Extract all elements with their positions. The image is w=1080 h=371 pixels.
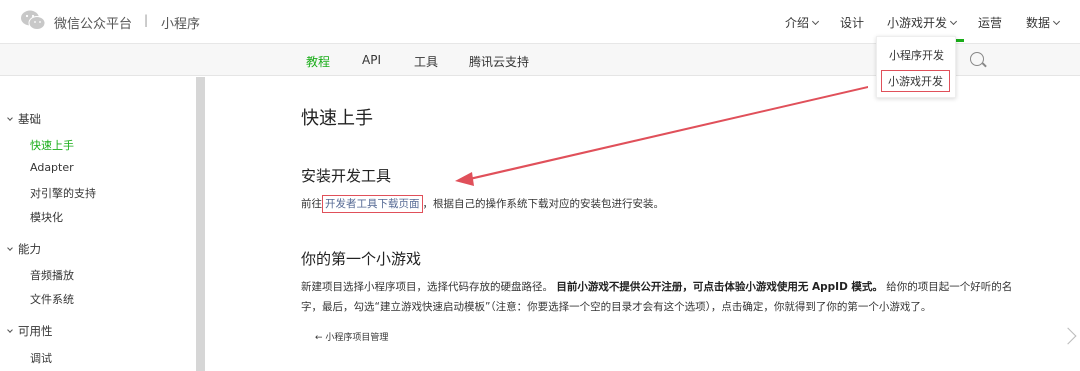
chevron-down-icon bbox=[7, 245, 13, 251]
prev-page-link[interactable]: ← 小程序项目管理 bbox=[315, 330, 388, 343]
nav-data[interactable]: 数据 bbox=[1026, 14, 1061, 31]
first-game-paragraph-line1: 新建项目选择小程序项目，选择代码存放的硬盘路径。 目前小游戏不提供公开注册，可点… bbox=[301, 281, 1013, 293]
wechat-logo-icon[interactable] bbox=[20, 9, 46, 31]
sidebar-item-audio[interactable]: 音频播放 bbox=[30, 267, 74, 283]
search-icon[interactable] bbox=[970, 52, 984, 66]
tab-api[interactable]: API bbox=[362, 53, 381, 67]
tab-tencent-cloud[interactable]: 腾讯云支持 bbox=[469, 53, 529, 70]
tab-tools[interactable]: 工具 bbox=[414, 53, 438, 70]
tab-tutorial[interactable]: 教程 bbox=[306, 53, 330, 70]
nav-operations[interactable]: 运营 bbox=[978, 14, 1002, 31]
sidebar-group-capabilities[interactable]: 能力 bbox=[7, 241, 41, 257]
first-game-paragraph-line2: 字，最后，勾选“建立游戏快速启动模板”（注意：你要选择一个空的目录才会有这个选项… bbox=[301, 301, 932, 313]
menu-item-minigame-dev[interactable]: 小游戏开发 bbox=[881, 70, 950, 92]
sidebar-item-modularization[interactable]: 模块化 bbox=[30, 209, 63, 225]
brand-separator: | bbox=[144, 13, 149, 27]
menu-item-miniprogram-dev[interactable]: 小程序开发 bbox=[889, 47, 944, 63]
sidebar-item-adapter[interactable]: Adapter bbox=[30, 161, 74, 174]
page-title: 快速上手 bbox=[301, 108, 373, 129]
brand-subtitle[interactable]: 小程序 bbox=[161, 13, 200, 32]
chevron-down-icon bbox=[7, 115, 13, 121]
section-title-install: 安装开发工具 bbox=[301, 167, 392, 185]
next-page-arrow-icon[interactable] bbox=[1059, 327, 1077, 345]
nav-minigame-dev[interactable]: 小游戏开发 bbox=[887, 14, 958, 31]
nav-intro[interactable]: 介绍 bbox=[785, 14, 820, 31]
chevron-down-icon bbox=[949, 17, 958, 26]
nav-design[interactable]: 设计 bbox=[840, 14, 864, 31]
minigame-dropdown-menu: 小程序开发 小游戏开发 bbox=[876, 36, 956, 98]
brand-title[interactable]: 微信公众平台 bbox=[54, 13, 132, 32]
sidebar-group-usability[interactable]: 可用性 bbox=[7, 323, 53, 339]
install-paragraph: 前往 开发者工具下载页面 ，根据自己的操作系统下载对应的安装包进行安装。 bbox=[301, 194, 664, 214]
chevron-down-icon bbox=[811, 17, 820, 26]
devtools-download-link[interactable]: 开发者工具下载页面 bbox=[322, 195, 423, 213]
sidebar-scrollbar[interactable] bbox=[196, 77, 205, 371]
sidebar-item-engine-support[interactable]: 对引擎的支持 bbox=[30, 185, 96, 201]
sidebar-item-debug[interactable]: 调试 bbox=[30, 350, 52, 366]
chevron-down-icon bbox=[1052, 17, 1061, 26]
sidebar-item-filesystem[interactable]: 文件系统 bbox=[30, 291, 74, 307]
sidebar-group-basics[interactable]: 基础 bbox=[7, 111, 41, 127]
chevron-down-icon bbox=[7, 327, 13, 333]
sidebar-item-quickstart[interactable]: 快速上手 bbox=[30, 137, 74, 153]
section-title-first-game: 你的第一个小游戏 bbox=[301, 250, 422, 268]
